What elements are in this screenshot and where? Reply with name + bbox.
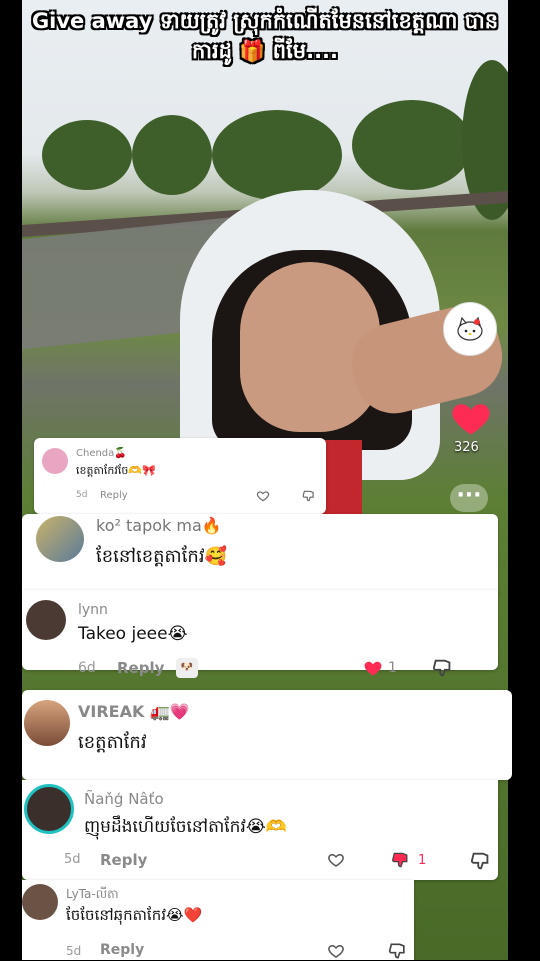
comment-time: 5d: [76, 490, 88, 500]
avatar[interactable]: [22, 884, 58, 920]
comment-username[interactable]: lynn: [78, 602, 108, 618]
video-caption: Give away ទាយត្រូវ ស្រុកកំណើតមែននៅខេត្តណ…: [31, 9, 499, 63]
avatar[interactable]: [42, 448, 68, 474]
reply-button[interactable]: Reply: [100, 851, 147, 869]
dislike-filled-icon[interactable]: [390, 850, 412, 870]
comment-username[interactable]: VIREAK 🚛💗: [78, 702, 190, 721]
tree: [212, 110, 342, 200]
dislike-icon[interactable]: [470, 850, 492, 872]
avatar[interactable]: [26, 600, 66, 640]
comment-card: lynn Takeo jeee😭 6d Reply 🐶 1: [22, 590, 498, 678]
reply-button[interactable]: Reply: [117, 659, 164, 677]
shop-avatar[interactable]: [443, 302, 497, 356]
dislike-icon[interactable]: [388, 941, 408, 961]
comment-text: ខេត្តតាកែវ: [78, 732, 147, 753]
shirt: [322, 440, 362, 520]
reply-button[interactable]: Reply: [100, 490, 128, 501]
hello-kitty-icon: [457, 316, 483, 341]
tree: [42, 120, 132, 190]
tree: [352, 100, 472, 190]
comment-card: LyTa-លីតា ចែចែនៅឆុកតាកែវ😭❤️ 5d Reply: [22, 880, 414, 960]
avatar[interactable]: [24, 784, 74, 834]
sticker-icon[interactable]: 🐶: [176, 658, 198, 678]
heart-outline-icon[interactable]: [256, 489, 270, 503]
like-heart-icon[interactable]: [449, 396, 493, 440]
comment-time: 6d: [78, 660, 96, 676]
comment-username[interactable]: Ñaňģ Nâťo: [84, 790, 164, 808]
comment-text: ខេត្តតាកែវចែ🫶🎀: [76, 464, 156, 477]
avatar[interactable]: [36, 516, 84, 562]
comment-time: 5d: [66, 944, 82, 958]
heart-outline-icon[interactable]: [326, 851, 346, 869]
comment-time: 5d: [64, 852, 81, 867]
comment-username[interactable]: Chenda🍒: [76, 448, 127, 459]
comment-card: Ñaňģ Nâťo ញុមដឹងហើយចែនៅតាកែវ😭🫶 5d Reply …: [22, 780, 498, 880]
comment-card: ko² tapok ma🔥 ខែនៅខេត្តតាកែវ🥰: [22, 514, 498, 598]
comment-username[interactable]: LyTa-លីតា: [66, 886, 119, 904]
dislike-count: 1: [418, 853, 427, 868]
tree: [132, 115, 212, 195]
avatar[interactable]: [24, 700, 70, 746]
comment-card: Chenda🍒 ខេត្តតាកែវចែ🫶🎀 5d Reply: [34, 438, 326, 514]
comment-text: ញុមដឹងហើយចែនៅតាកែវ😭🫶: [84, 817, 287, 837]
like-count: 1: [388, 660, 397, 676]
dislike-icon[interactable]: [432, 657, 454, 679]
more-options-button[interactable]: ···: [450, 484, 488, 512]
reply-button[interactable]: Reply: [100, 942, 144, 958]
dislike-icon[interactable]: [302, 489, 316, 503]
like-count: 326: [454, 440, 479, 455]
comment-username[interactable]: ko² tapok ma🔥: [96, 516, 222, 535]
heart-outline-icon[interactable]: [326, 942, 346, 960]
heart-filled-icon[interactable]: [362, 658, 384, 678]
comment-text: Takeo jeee😭: [78, 624, 188, 644]
comment-text: ខែនៅខេត្តតាកែវ🥰: [96, 546, 227, 567]
comment-text: ចែចែនៅឆុកតាកែវ😭❤️: [66, 906, 203, 924]
comment-card: VIREAK 🚛💗 ខេត្តតាកែវ: [22, 690, 512, 780]
